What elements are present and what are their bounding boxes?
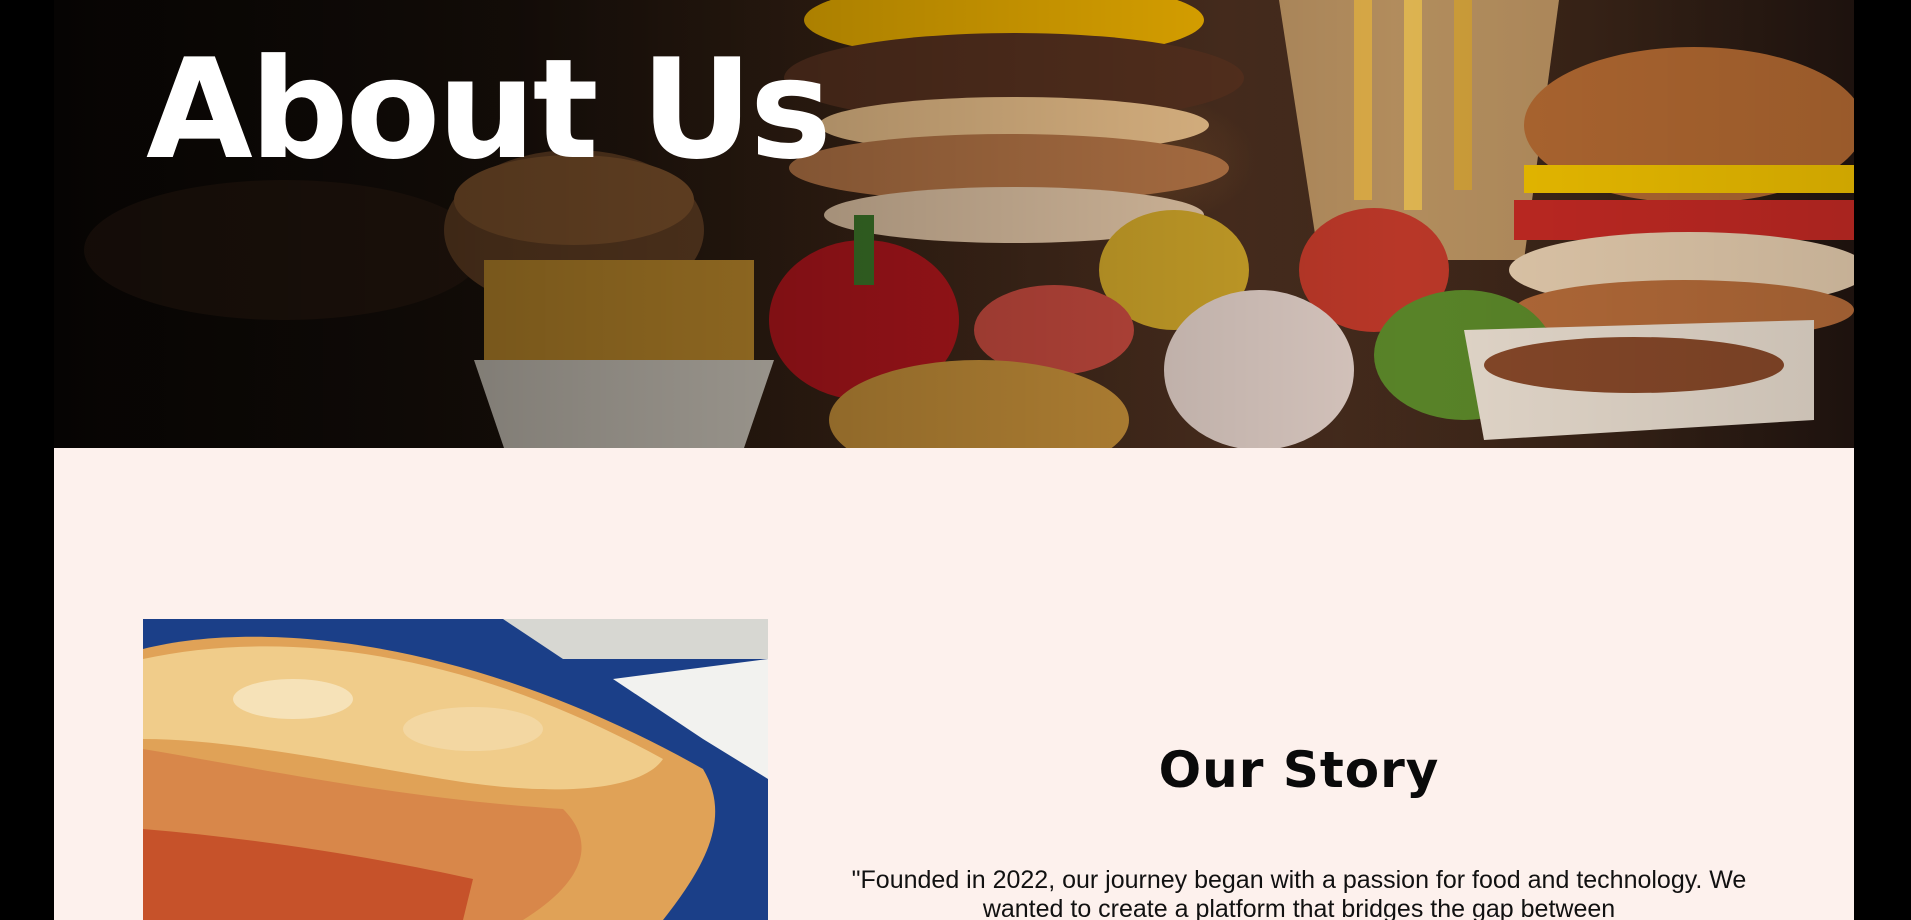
story-paragraph: "Founded in 2022, our journey began with… <box>851 866 1747 920</box>
about-page: About Us Our Story "Founded in 2022, our… <box>54 0 1854 920</box>
lasagna-image <box>143 619 768 920</box>
hero-banner: About Us <box>54 0 1854 448</box>
section-heading-our-story: Our Story <box>1158 741 1440 799</box>
page-title: About Us <box>146 29 832 190</box>
